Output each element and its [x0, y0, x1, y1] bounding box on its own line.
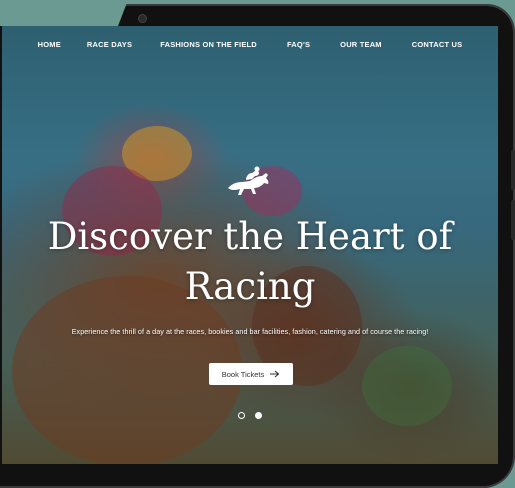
volume-button	[511, 150, 515, 190]
book-tickets-label: Book Tickets	[221, 369, 265, 379]
slider-dot-2[interactable]	[255, 412, 262, 419]
horse-and-jockey-icon	[228, 166, 269, 195]
arrow-right-icon	[270, 370, 280, 378]
hero-title-line-2: Racing	[184, 265, 316, 308]
main-nav: HOME RACE DAYS FASHIONS ON THE FIELD FAQ…	[2, 40, 498, 49]
third-jockey-shape	[362, 346, 452, 426]
nav-item-race-days[interactable]: RACE DAYS	[87, 40, 132, 49]
tablet-device: HOME RACE DAYS FASHIONS ON THE FIELD FAQ…	[0, 0, 515, 488]
slider-dot-1[interactable]	[238, 412, 245, 419]
slider-dots	[238, 412, 262, 419]
nav-item-contact-us[interactable]: CONTACT US	[412, 40, 463, 49]
nav-item-fashions[interactable]: FASHIONS ON THE FIELD	[160, 40, 257, 49]
camera-icon	[138, 14, 147, 23]
nav-item-our-team[interactable]: OUR TEAM	[340, 40, 382, 49]
nav-item-faqs[interactable]: FAQ'S	[287, 40, 310, 49]
hero-title: Discover the Heart of Racing	[2, 212, 498, 312]
book-tickets-button[interactable]: Book Tickets	[209, 363, 293, 385]
power-button	[511, 200, 515, 240]
hero-title-line-1: Discover the Heart of	[47, 215, 453, 258]
frame-cutout	[0, 0, 128, 26]
website-screen: HOME RACE DAYS FASHIONS ON THE FIELD FAQ…	[2, 26, 498, 464]
hero-subtitle: Experience the thrill of a day at the ra…	[71, 327, 429, 336]
nav-item-home[interactable]: HOME	[38, 40, 61, 49]
